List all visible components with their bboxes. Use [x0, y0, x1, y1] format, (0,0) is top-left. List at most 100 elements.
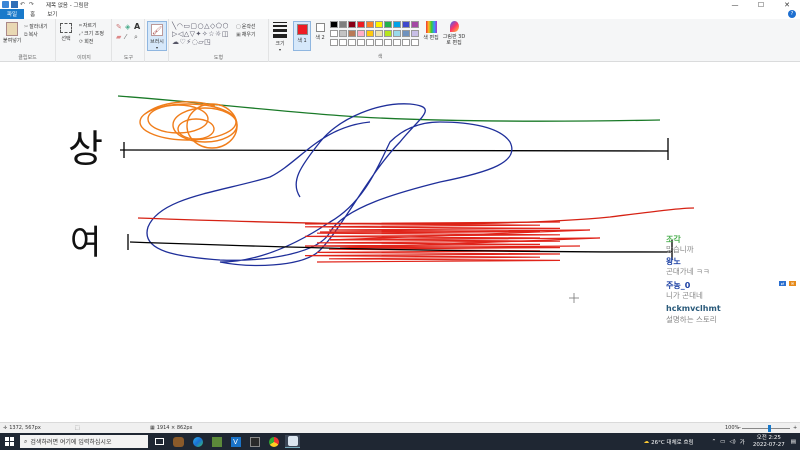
tab-view[interactable]: 보기 — [41, 9, 63, 19]
brushes-button[interactable]: 🖌 브러시 ▾ — [147, 21, 167, 51]
palette-swatch[interactable] — [339, 39, 347, 46]
notifications-icon[interactable]: ▤ — [791, 439, 796, 445]
color1-button[interactable]: 색 1 — [293, 21, 311, 51]
taskbar-search[interactable]: ⌕ 검색하려면 여기에 입력하십시오 — [20, 435, 148, 448]
paint3d-icon — [449, 21, 459, 32]
help-icon[interactable]: ? — [788, 10, 796, 18]
cursor-position-text: 1372, 567px — [9, 425, 41, 431]
tray-chevron-icon[interactable]: ⌃ — [712, 439, 717, 445]
palette-swatch[interactable] — [348, 30, 356, 37]
clock[interactable]: 오전 2:25 2022-07-27 — [753, 435, 785, 449]
palette-swatch[interactable] — [393, 30, 401, 37]
fill-icon[interactable]: ◈ — [125, 23, 130, 31]
palette-swatch[interactable] — [348, 39, 356, 46]
canvas-size-icon: ▦ — [150, 425, 155, 431]
canvas-size-text: 1914 × 862px — [156, 425, 193, 431]
paint3d-button[interactable]: 그림판 3D로 편집 — [441, 21, 467, 46]
pencil-icon[interactable]: ✎ — [116, 23, 122, 31]
palette-swatch[interactable] — [393, 21, 401, 28]
close-button[interactable]: ✕ — [774, 0, 800, 9]
zoom-out-icon[interactable]: − — [737, 425, 741, 431]
eraser-icon[interactable]: ▰ — [116, 33, 121, 41]
task-view-icon[interactable] — [152, 435, 167, 448]
palette-swatch[interactable] — [402, 39, 410, 46]
minimize-button[interactable]: — — [722, 0, 748, 9]
tab-home[interactable]: 홈 — [24, 9, 41, 19]
text-icon[interactable]: A — [134, 22, 140, 31]
palette-swatch[interactable] — [384, 21, 392, 28]
palette-swatch[interactable] — [357, 21, 365, 28]
palette-swatch[interactable] — [366, 39, 374, 46]
minecraft-icon[interactable] — [209, 435, 224, 448]
crop-button[interactable]: ⌗ 자르기 — [79, 22, 97, 30]
palette-swatch[interactable] — [384, 30, 392, 37]
red-stroke — [137, 207, 695, 225]
palette-swatch[interactable] — [357, 30, 365, 37]
clipboard-icon — [6, 22, 19, 36]
zoom-slider-track[interactable] — [742, 428, 790, 429]
redo-icon[interactable]: ↷ — [29, 1, 36, 8]
rotate-button[interactable]: ⟳ 회전 — [79, 38, 93, 46]
chrome-icon[interactable] — [266, 435, 281, 448]
palette-swatch[interactable] — [375, 39, 383, 46]
palette-swatch[interactable] — [330, 21, 338, 28]
cut-button[interactable]: ✂ 잘라내기 — [24, 23, 48, 31]
palette-swatch[interactable] — [402, 21, 410, 28]
shapes-gallery[interactable]: ╲◠▭▢○△◇⬠⬡ ▷◁△▽✦✧☆☼◫ ☁♡⚡◌▱◳ — [172, 22, 234, 46]
palette-swatch[interactable] — [339, 21, 347, 28]
palette-swatch[interactable] — [330, 39, 338, 46]
cursor-position: ✛ 1372, 567px — [3, 425, 41, 431]
color-picker-icon[interactable]: ⁄ — [125, 33, 126, 41]
palette-swatch[interactable] — [366, 21, 374, 28]
color-palette — [330, 21, 422, 51]
palette-swatch[interactable] — [366, 30, 374, 37]
edge-icon[interactable] — [190, 435, 205, 448]
tab-file[interactable]: 파일 — [0, 9, 25, 19]
palette-swatch[interactable] — [384, 39, 392, 46]
copy-button[interactable]: ⧉ 복사 — [24, 31, 38, 39]
palette-swatch[interactable] — [330, 30, 338, 37]
maximize-button[interactable]: ☐ — [748, 0, 774, 9]
palette-swatch[interactable] — [411, 21, 419, 28]
volume-icon[interactable]: ◁) — [729, 439, 735, 445]
mascot-app-icon[interactable] — [171, 435, 186, 448]
undo-icon[interactable]: ↶ — [20, 1, 27, 8]
palette-swatch[interactable] — [411, 39, 419, 46]
zoom-in-icon[interactable]: + — [793, 425, 797, 431]
outline-button[interactable]: ▢ 윤곽선 — [236, 23, 256, 31]
resize-button[interactable]: ⤢ 크기 조정 — [79, 30, 104, 38]
palette-swatch[interactable] — [402, 30, 410, 37]
side-badge-orange-icon[interactable]: ✉ — [789, 281, 796, 286]
zoom-slider-thumb[interactable] — [768, 425, 771, 432]
brush-icon: 🖌 — [151, 24, 163, 36]
side-badge-blue-icon[interactable]: ⇄ — [779, 281, 786, 286]
palette-swatch[interactable] — [348, 21, 356, 28]
select-button[interactable]: 선택 — [60, 23, 72, 42]
weather-text[interactable]: 26°C 대체로 흐림 — [651, 438, 693, 446]
palette-swatch[interactable] — [375, 21, 383, 28]
palette-swatch[interactable] — [357, 39, 365, 46]
palette-swatch[interactable] — [411, 30, 419, 37]
palette-swatch[interactable] — [375, 30, 383, 37]
handwriting-bottom: 여 — [70, 223, 101, 263]
edit-colors-button[interactable]: 색 편집 — [423, 21, 439, 41]
network-icon[interactable]: ▭ — [720, 439, 725, 445]
color2-button[interactable]: 색 2 — [312, 21, 328, 51]
ime-icon[interactable]: 가 — [740, 438, 745, 446]
clock-date: 2022-07-27 — [752, 441, 785, 448]
start-button[interactable] — [0, 433, 18, 450]
taskbar: ⌕ 검색하려면 여기에 입력하십시오 V ☁ 26°C 대체로 흐림 ⌃ ▭ ◁… — [0, 433, 800, 450]
fill-shape-button[interactable]: ▣ 채우기 — [236, 31, 256, 39]
game-app-icon[interactable] — [247, 435, 262, 448]
clock-time: 오전 2:25 — [756, 434, 781, 441]
size-button[interactable]: 크기 ▾ — [271, 22, 289, 52]
select-label: 선택 — [61, 36, 71, 42]
paint-taskbar-icon[interactable] — [285, 435, 300, 448]
paste-button[interactable]: 붙여넣기 — [3, 22, 21, 44]
drawing-canvas[interactable]: 상 여 조각 맞습니까 왕노 곤대가네 ㅋㅋ 주농_0 니가 곤대네 hckmv… — [0, 62, 800, 422]
palette-swatch[interactable] — [393, 39, 401, 46]
magnifier-icon[interactable]: ⌕ — [134, 33, 138, 42]
palette-swatch[interactable] — [339, 30, 347, 37]
vscode-icon[interactable]: V — [228, 435, 243, 448]
save-icon[interactable] — [11, 1, 18, 8]
